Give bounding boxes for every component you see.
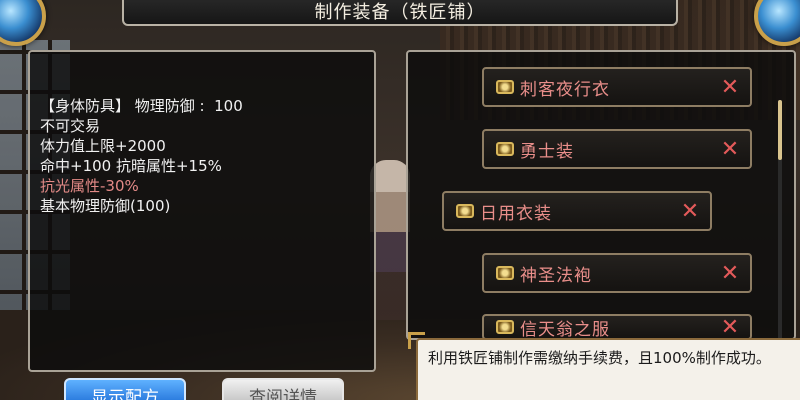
title-bar: 制作装备（铁匠铺） [122, 0, 678, 26]
info-line-hp: 体力值上限+2000 [40, 137, 166, 155]
scroll-thumb[interactable] [778, 100, 782, 160]
player-character [370, 160, 410, 320]
equipment-item-label: 日用衣装 [480, 203, 552, 224]
item-info-panel: 【身体防具】 物理防御 : 100 不可交易 体力值上限+2000 命中+100… [28, 50, 376, 372]
hint-tooltip: 利用铁匠铺制作需缴纳手续费，且100%制作成功。 [416, 338, 800, 400]
equipment-item[interactable]: 刺客夜行衣 ✕ [482, 67, 752, 107]
view-details-button[interactable]: 查阅详情 [222, 378, 344, 400]
close-icon[interactable]: ✕ [670, 199, 710, 224]
scroll-icon [496, 80, 514, 94]
info-line-hit: 命中+100 抗暗属性+15% [40, 157, 222, 175]
scroll-icon [456, 204, 474, 218]
equipment-item[interactable]: 勇士装 ✕ [482, 129, 752, 169]
equipment-item-label: 神圣法袍 [520, 265, 592, 286]
info-line-trade: 不可交易 [40, 117, 101, 135]
equipment-item-label: 信天翁之服 [520, 319, 610, 340]
equipment-item-label: 勇士装 [520, 141, 574, 162]
close-icon[interactable]: ✕ [710, 316, 750, 338]
page-title: 制作装备（铁匠铺） [314, 2, 486, 23]
scroll-icon [496, 266, 514, 280]
info-line-base-defense: 基本物理防御(100) [40, 197, 171, 215]
close-icon[interactable]: ✕ [710, 75, 750, 100]
info-line-type: 【身体防具】 物理防御 : 100 [40, 97, 243, 115]
equipment-item[interactable]: 信天翁之服 ✕ [482, 314, 752, 340]
scroll-icon [496, 320, 514, 334]
show-recipe-button[interactable]: 显示配方 [64, 378, 186, 400]
equipment-item-selected[interactable]: 日用衣装 ✕ [442, 191, 712, 231]
close-icon[interactable]: ✕ [710, 137, 750, 162]
close-icon[interactable]: ✕ [710, 261, 750, 286]
list-scrollbar[interactable] [778, 100, 782, 340]
info-line-light-resist: 抗光属性-30% [40, 177, 139, 195]
equipment-item[interactable]: 神圣法袍 ✕ [482, 253, 752, 293]
equipment-item-label: 刺客夜行衣 [520, 79, 610, 100]
scroll-icon [496, 142, 514, 156]
